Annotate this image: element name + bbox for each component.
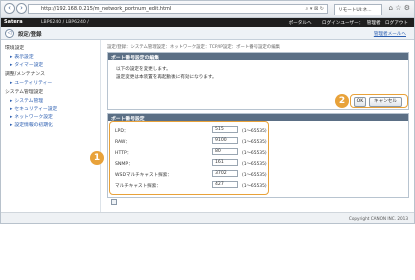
arrow-right-icon: ▸ [10,107,13,112]
sidebar-item-display[interactable]: ▸ 表示設定 [10,53,34,60]
forward-arrow-icon[interactable]: › [16,3,27,14]
arrow-right-icon: ▸ [10,115,13,120]
sidebar-item-label: 設定情報の初期化 [14,123,53,128]
sidebar-item-reset[interactable]: ▸ 設定情報の初期化 [10,121,53,128]
header-links: ポータルへ ログインユーザー： 管理者 ログアウト [280,20,408,26]
home-icon[interactable]: ⌂ ☆ ⚙ [389,4,410,12]
sidebar-item-label: 表示設定 [14,55,34,60]
arrow-right-icon: ▸ [10,63,13,68]
buttons-highlight [350,94,408,108]
back-circle-icon[interactable]: ◁ [5,29,14,38]
brand-logo: Satera [4,19,23,25]
browser-window: ‹ › http://192.168.0.215/m_network_portn… [0,0,415,224]
sidebar-item-label: セキュリティー設定 [14,107,58,112]
browser-tab[interactable]: リモートUI:ネ... [334,4,382,15]
page-top-icon[interactable] [111,199,117,205]
breadcrumb: 設定/登録：システム管理設定：ネットワーク設定：TCP/IP設定：ポート番号設定… [107,45,280,50]
port-panel-title: ポート番号設定 [108,114,408,122]
address-bar[interactable]: http://192.168.0.215/m_network_portnum_e… [28,4,328,14]
portal-link[interactable]: ポータルへ [289,21,312,26]
arrow-right-icon: ▸ [10,123,13,128]
sidebar-item-label: システム管理 [14,99,44,104]
sidebar-item-network[interactable]: ▸ ネットワーク設定 [10,113,53,120]
arrow-right-icon: ▸ [10,81,13,86]
sidebar-item-timer[interactable]: ▸ タイマー設定 [10,61,43,68]
device-model: LBP6240 / LBP6240 / [41,19,89,25]
search-icon[interactable]: ⌕ ▾ ⊠ ↻ [306,6,324,12]
ports-highlight [109,121,269,195]
browser-toolbar: ‹ › http://192.168.0.215/m_network_portn… [1,1,414,18]
edit-panel-title: ポート番号設定の編集 [108,53,408,61]
back-arrow-icon[interactable]: ‹ [4,3,15,14]
sidebar-head-maintenance: 調整/メンテナンス [5,72,45,77]
sidebar: 環境設定 ▸ 表示設定 ▸ タイマー設定 調整/メンテナンス ▸ ユーティリティー シ… [1,40,101,212]
page-title: 設定/登録 [18,32,42,38]
logout-link[interactable]: ログアウト [385,21,408,26]
user-name: 管理者 [366,20,381,26]
admin-mail-link[interactable]: 管理者メールへ [374,31,406,37]
sidebar-item-system-admin[interactable]: ▸ システム管理 [10,97,43,104]
copyright: Copyright CANON INC. 2013 [348,216,408,221]
url-text: http://192.168.0.215/m_network_portnum_e… [41,6,172,12]
login-user-label: ログインユーザー： [322,20,364,26]
callout-two: 2 [335,94,349,108]
sidebar-item-security[interactable]: ▸ セキュリティー設定 [10,105,57,112]
arrow-right-icon: ▸ [10,55,13,60]
callout-one: 1 [90,151,104,165]
page-title-bar: ◁ 設定/登録 管理者メールへ [1,27,414,40]
footer: Copyright CANON INC. 2013 [1,212,414,223]
sidebar-item-label: タイマー設定 [14,63,44,68]
sidebar-head-system: システム管理設定 [5,90,44,95]
sidebar-head-environment: 環境設定 [5,46,25,51]
device-header: Satera LBP6240 / LBP6240 / ポータルへ ログインユーザ… [1,18,414,27]
sidebar-item-label: ユーティリティー [14,81,53,86]
arrow-right-icon: ▸ [10,99,13,104]
edit-message-1: 以下の設定を変更します。 [116,67,171,72]
sidebar-item-utility[interactable]: ▸ ユーティリティー [10,79,52,86]
edit-message-2: 設定変更は本装置を再起動後に有効になります。 [116,75,217,80]
sidebar-item-label: ネットワーク設定 [14,115,53,120]
